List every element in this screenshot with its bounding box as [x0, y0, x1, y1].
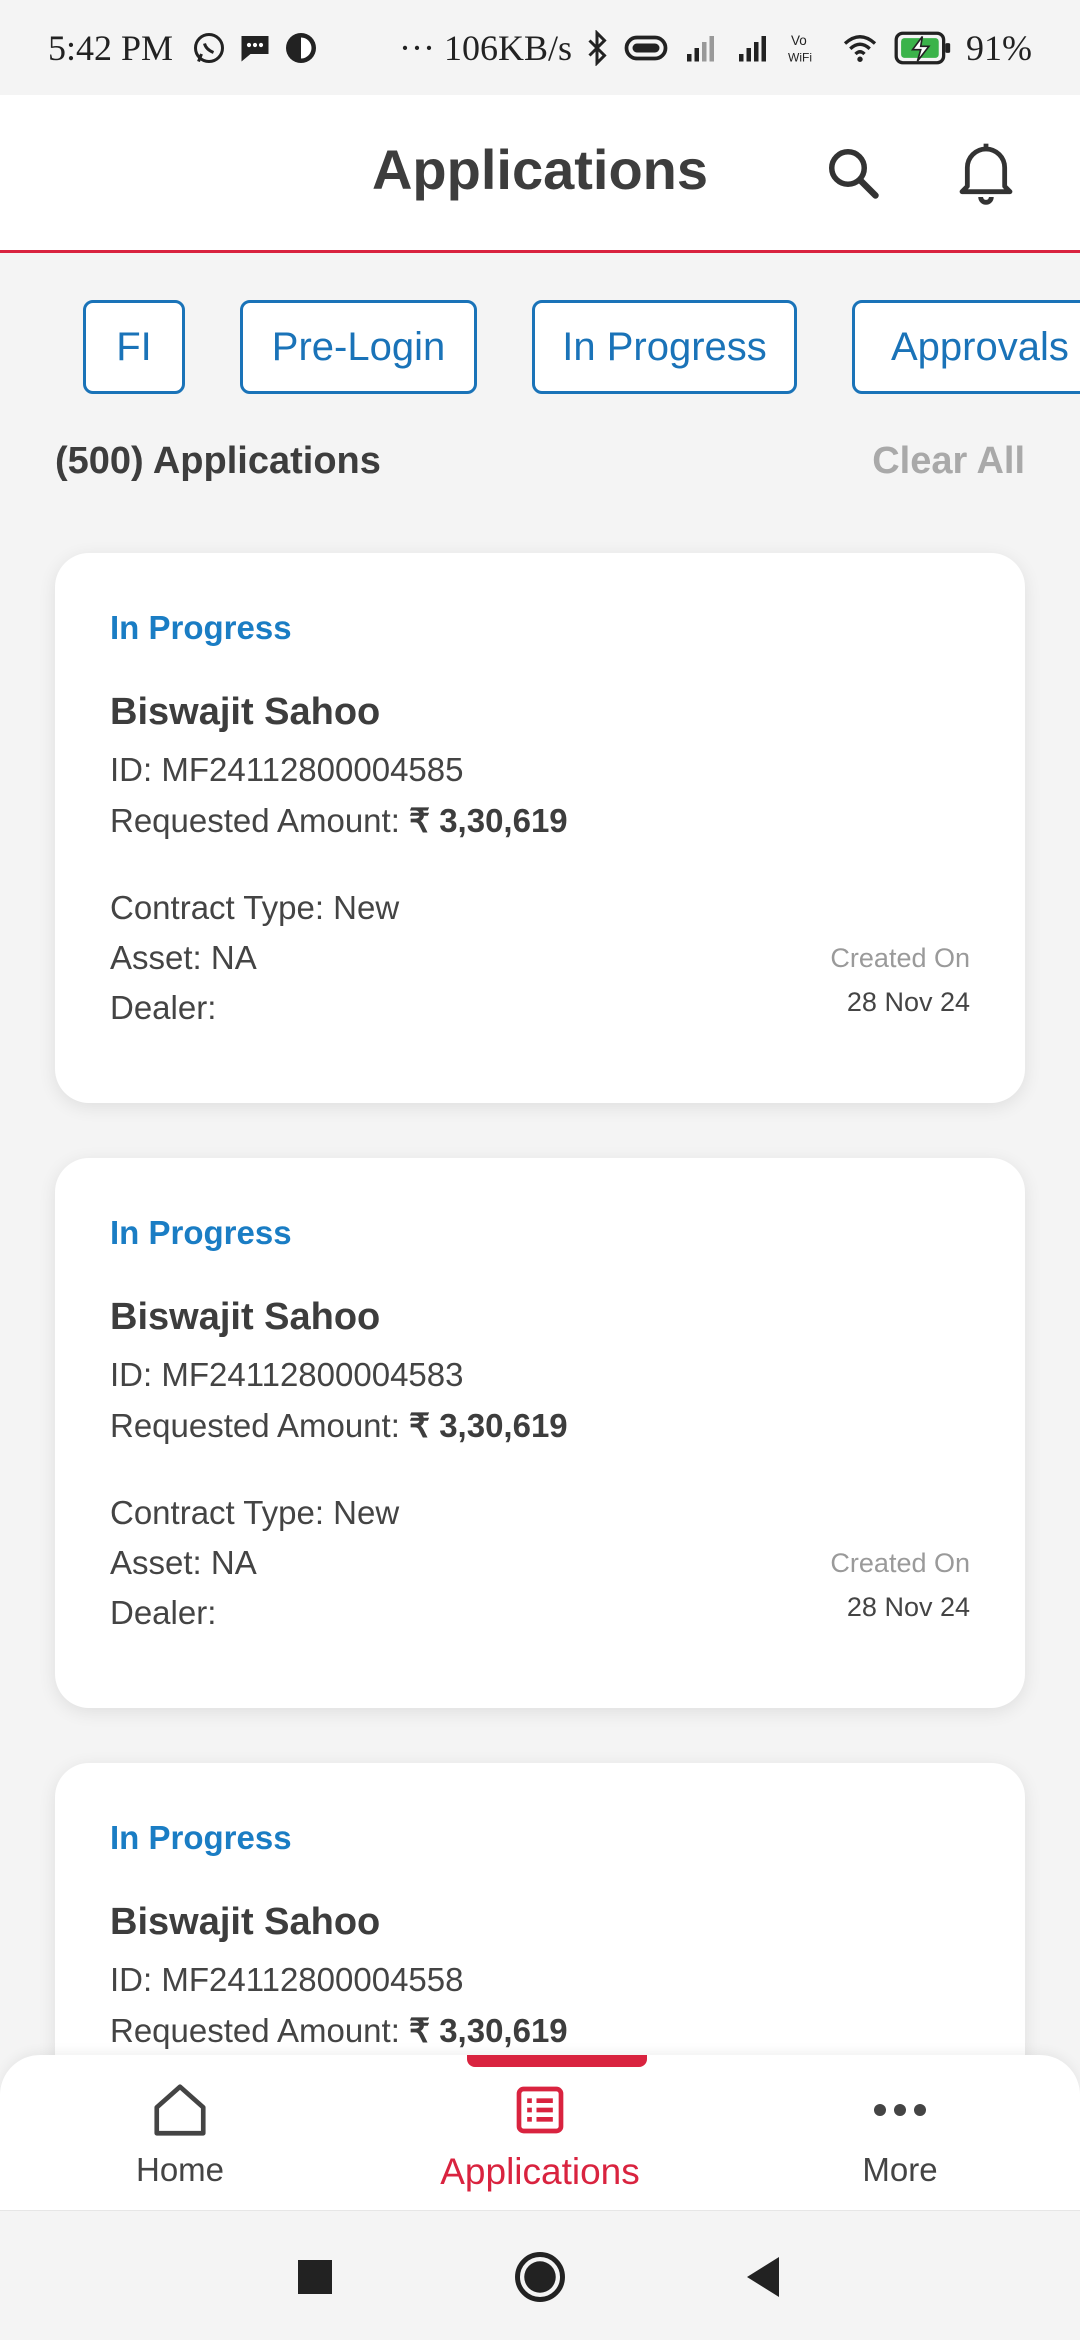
applicant-name: Biswajit Sahoo — [110, 691, 381, 733]
notifications-button[interactable] — [948, 135, 1024, 211]
page-title: Applications — [371, 138, 709, 201]
application-id: ID: MF24112800004583 — [110, 1356, 464, 1393]
svg-text:WiFi: WiFi — [788, 50, 812, 64]
battery-charging-icon — [894, 31, 951, 64]
requested-amount-label: Requested Amount: — [110, 2012, 410, 2049]
bell-icon — [959, 143, 1013, 205]
clear-all-button[interactable]: Clear All — [872, 440, 1025, 483]
requested-amount-line: Requested Amount: ₹ 3,30,619 — [110, 801, 568, 840]
nav-applications[interactable]: Applications — [390, 2055, 690, 2210]
requested-amount-line: Requested Amount: ₹ 3,30,619 — [110, 1406, 568, 1445]
results-summary: (500) Applications Clear All — [55, 440, 1025, 490]
home-system-button[interactable] — [512, 2249, 568, 2305]
back-button[interactable] — [735, 2249, 791, 2305]
status-bar: 5:42 PM ··· 106KB/s Vo WiFi 91% — [0, 0, 1080, 95]
more-icon — [874, 2104, 926, 2116]
app-icon — [286, 32, 317, 63]
dealer: Dealer: — [110, 1594, 217, 1631]
applications-icon — [516, 2086, 564, 2134]
status-label: In Progress — [110, 609, 292, 646]
chip-pre-login[interactable]: Pre-Login — [240, 300, 477, 394]
application-id: ID: MF24112800004585 — [110, 751, 464, 788]
home-icon — [154, 2084, 206, 2136]
created-on-label: Created On — [830, 1548, 970, 1578]
signal-icon — [687, 35, 714, 61]
application-card[interactable]: In Progress Biswajit Sahoo ID: MF2411280… — [55, 1158, 1025, 1708]
recents-button[interactable] — [287, 2249, 343, 2305]
asset: Asset: NA — [110, 939, 257, 976]
contract-type: Contract Type: New — [110, 889, 400, 926]
asset: Asset: NA — [110, 1544, 257, 1581]
requested-amount-value: ₹ 3,30,619 — [409, 802, 568, 839]
requested-amount-line: Requested Amount: ₹ 3,30,619 — [110, 2011, 568, 2050]
search-icon — [829, 149, 879, 199]
status-time: 5:42 PM — [48, 27, 174, 68]
notification-icons — [191, 30, 319, 66]
bluetooth-icon — [588, 29, 607, 66]
requested-amount-value: ₹ 3,30,619 — [409, 1407, 568, 1444]
application-card[interactable]: In Progress Biswajit Sahoo ID: MF2411280… — [55, 553, 1025, 1103]
nav-more-label: More — [862, 2151, 938, 2188]
message-icon — [241, 35, 269, 61]
whatsapp-icon — [194, 32, 225, 63]
dealer: Dealer: — [110, 989, 217, 1026]
status-label: In Progress — [110, 1214, 292, 1251]
applicant-name: Biswajit Sahoo — [110, 1901, 381, 1943]
recents-icon — [298, 2260, 332, 2294]
network-speed: ··· 106KB/s — [399, 27, 572, 68]
system-nav-bar — [0, 2210, 1080, 2340]
home-circle-icon — [515, 2252, 565, 2302]
requested-amount-value: ₹ 3,30,619 — [409, 2012, 568, 2049]
battery-percent: 91% — [966, 27, 1032, 68]
chip-in-progress[interactable]: In Progress — [532, 300, 797, 394]
created-on-date: 28 Nov 24 — [846, 1592, 970, 1622]
app-header: Applications — [0, 95, 1080, 253]
requested-amount-label: Requested Amount: — [110, 1407, 410, 1444]
requested-amount-label: Requested Amount: — [110, 802, 410, 839]
svg-text:Vo: Vo — [791, 33, 807, 48]
nav-home[interactable]: Home — [30, 2055, 330, 2210]
vibrate-icon — [624, 35, 668, 60]
application-id: ID: MF24112800004558 — [110, 1961, 464, 1998]
created-on-date: 28 Nov 24 — [846, 987, 970, 1017]
status-label: In Progress — [110, 1819, 292, 1856]
applicant-name: Biswajit Sahoo — [110, 1296, 381, 1338]
signal-icon — [739, 35, 766, 61]
chip-approvals[interactable]: Approvals — [852, 300, 1080, 394]
applications-count: (500) Applications — [55, 440, 381, 482]
bottom-nav: Home Applications More — [0, 2055, 1080, 2210]
nav-home-label: Home — [135, 2151, 225, 2188]
filter-chips: FI Pre-Login In Progress Approvals — [0, 300, 1080, 394]
created-on-label: Created On — [830, 943, 970, 973]
nav-more[interactable]: More — [750, 2055, 1050, 2210]
back-icon — [747, 2257, 779, 2297]
chip-fi[interactable]: FI — [83, 300, 185, 394]
system-indicators: ··· 106KB/s Vo WiFi 91% — [399, 27, 1032, 69]
search-button[interactable] — [815, 135, 891, 211]
vowifi-icon: Vo WiFi — [788, 33, 812, 65]
contract-type: Contract Type: New — [110, 1494, 400, 1531]
wifi-icon — [843, 34, 877, 62]
nav-applications-label: Applications — [440, 2151, 640, 2192]
